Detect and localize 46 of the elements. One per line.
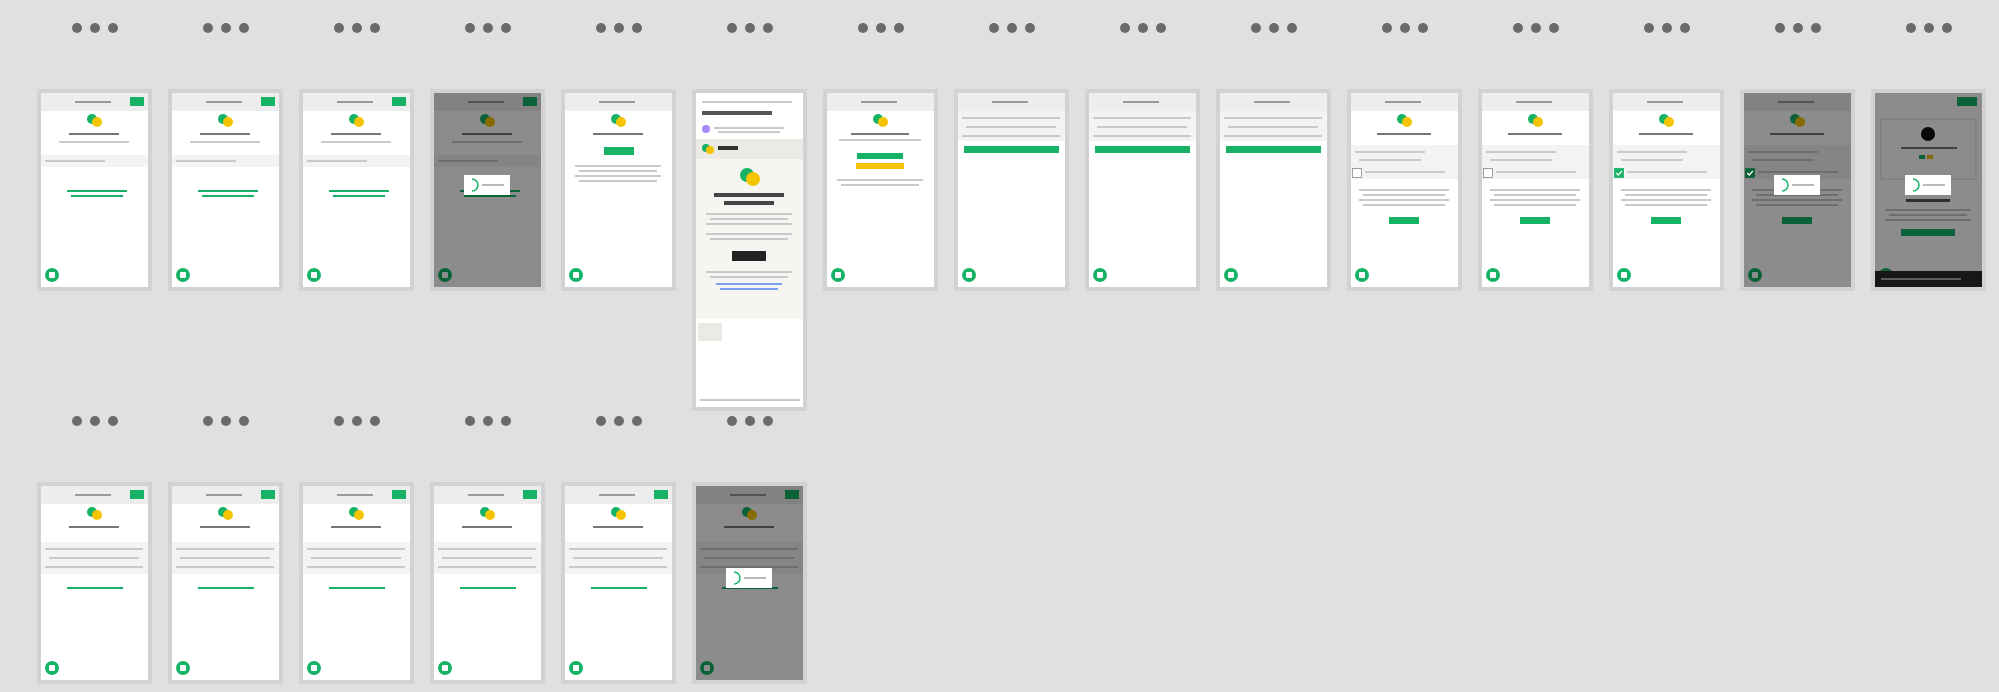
more-icon[interactable]: [1772, 22, 1823, 34]
screen-thumbnail[interactable]: [1739, 89, 1856, 291]
more-icon[interactable]: [200, 22, 251, 34]
screen-thumbnail[interactable]: [560, 482, 677, 684]
more-icon[interactable]: [593, 415, 644, 427]
screen-thumbnail[interactable]: [167, 89, 284, 291]
screen-thumbnail[interactable]: [167, 482, 284, 684]
more-icon[interactable]: [593, 22, 644, 34]
screen-thumbnail[interactable]: [298, 482, 415, 684]
screen-thumbnail[interactable]: [822, 89, 939, 291]
screen-thumbnail[interactable]: [429, 89, 546, 291]
more-icon[interactable]: [331, 415, 382, 427]
screen-thumbnail[interactable]: [953, 89, 1070, 291]
more-icon[interactable]: [1117, 22, 1168, 34]
more-icon[interactable]: [69, 22, 120, 34]
more-icon[interactable]: [1248, 22, 1299, 34]
checkbox[interactable]: [1745, 168, 1755, 178]
checkbox[interactable]: [1483, 168, 1493, 178]
screen-thumbnail[interactable]: [36, 89, 153, 291]
screen-thumbnail[interactable]: [1870, 89, 1987, 291]
screen-thumbnail[interactable]: [1215, 89, 1332, 291]
more-icon[interactable]: [1903, 22, 1954, 34]
more-icon[interactable]: [331, 22, 382, 34]
more-icon[interactable]: [855, 22, 906, 34]
more-icon[interactable]: [1379, 22, 1430, 34]
more-icon[interactable]: [1510, 22, 1561, 34]
more-icon[interactable]: [986, 22, 1037, 34]
more-icon[interactable]: [1641, 22, 1692, 34]
screen-thumbnail[interactable]: [1608, 89, 1725, 291]
more-icon[interactable]: [724, 22, 775, 34]
more-icon[interactable]: [724, 415, 775, 427]
screen-thumbnail[interactable]: [36, 482, 153, 684]
more-icon[interactable]: [462, 22, 513, 34]
screen-thumbnail[interactable]: [1084, 89, 1201, 291]
checkbox[interactable]: [1614, 168, 1624, 178]
screen-thumbnail[interactable]: [1477, 89, 1594, 291]
screen-thumbnail[interactable]: [691, 482, 808, 684]
screen-thumbnail[interactable]: [560, 89, 677, 291]
more-icon[interactable]: [69, 415, 120, 427]
screen-thumbnail[interactable]: [429, 482, 546, 684]
more-icon[interactable]: [200, 415, 251, 427]
screen-thumbnail[interactable]: [298, 89, 415, 291]
screen-thumbnail[interactable]: [1346, 89, 1463, 291]
screen-thumbnail[interactable]: [691, 89, 808, 411]
more-icon[interactable]: [462, 415, 513, 427]
checkbox[interactable]: [1352, 168, 1362, 178]
